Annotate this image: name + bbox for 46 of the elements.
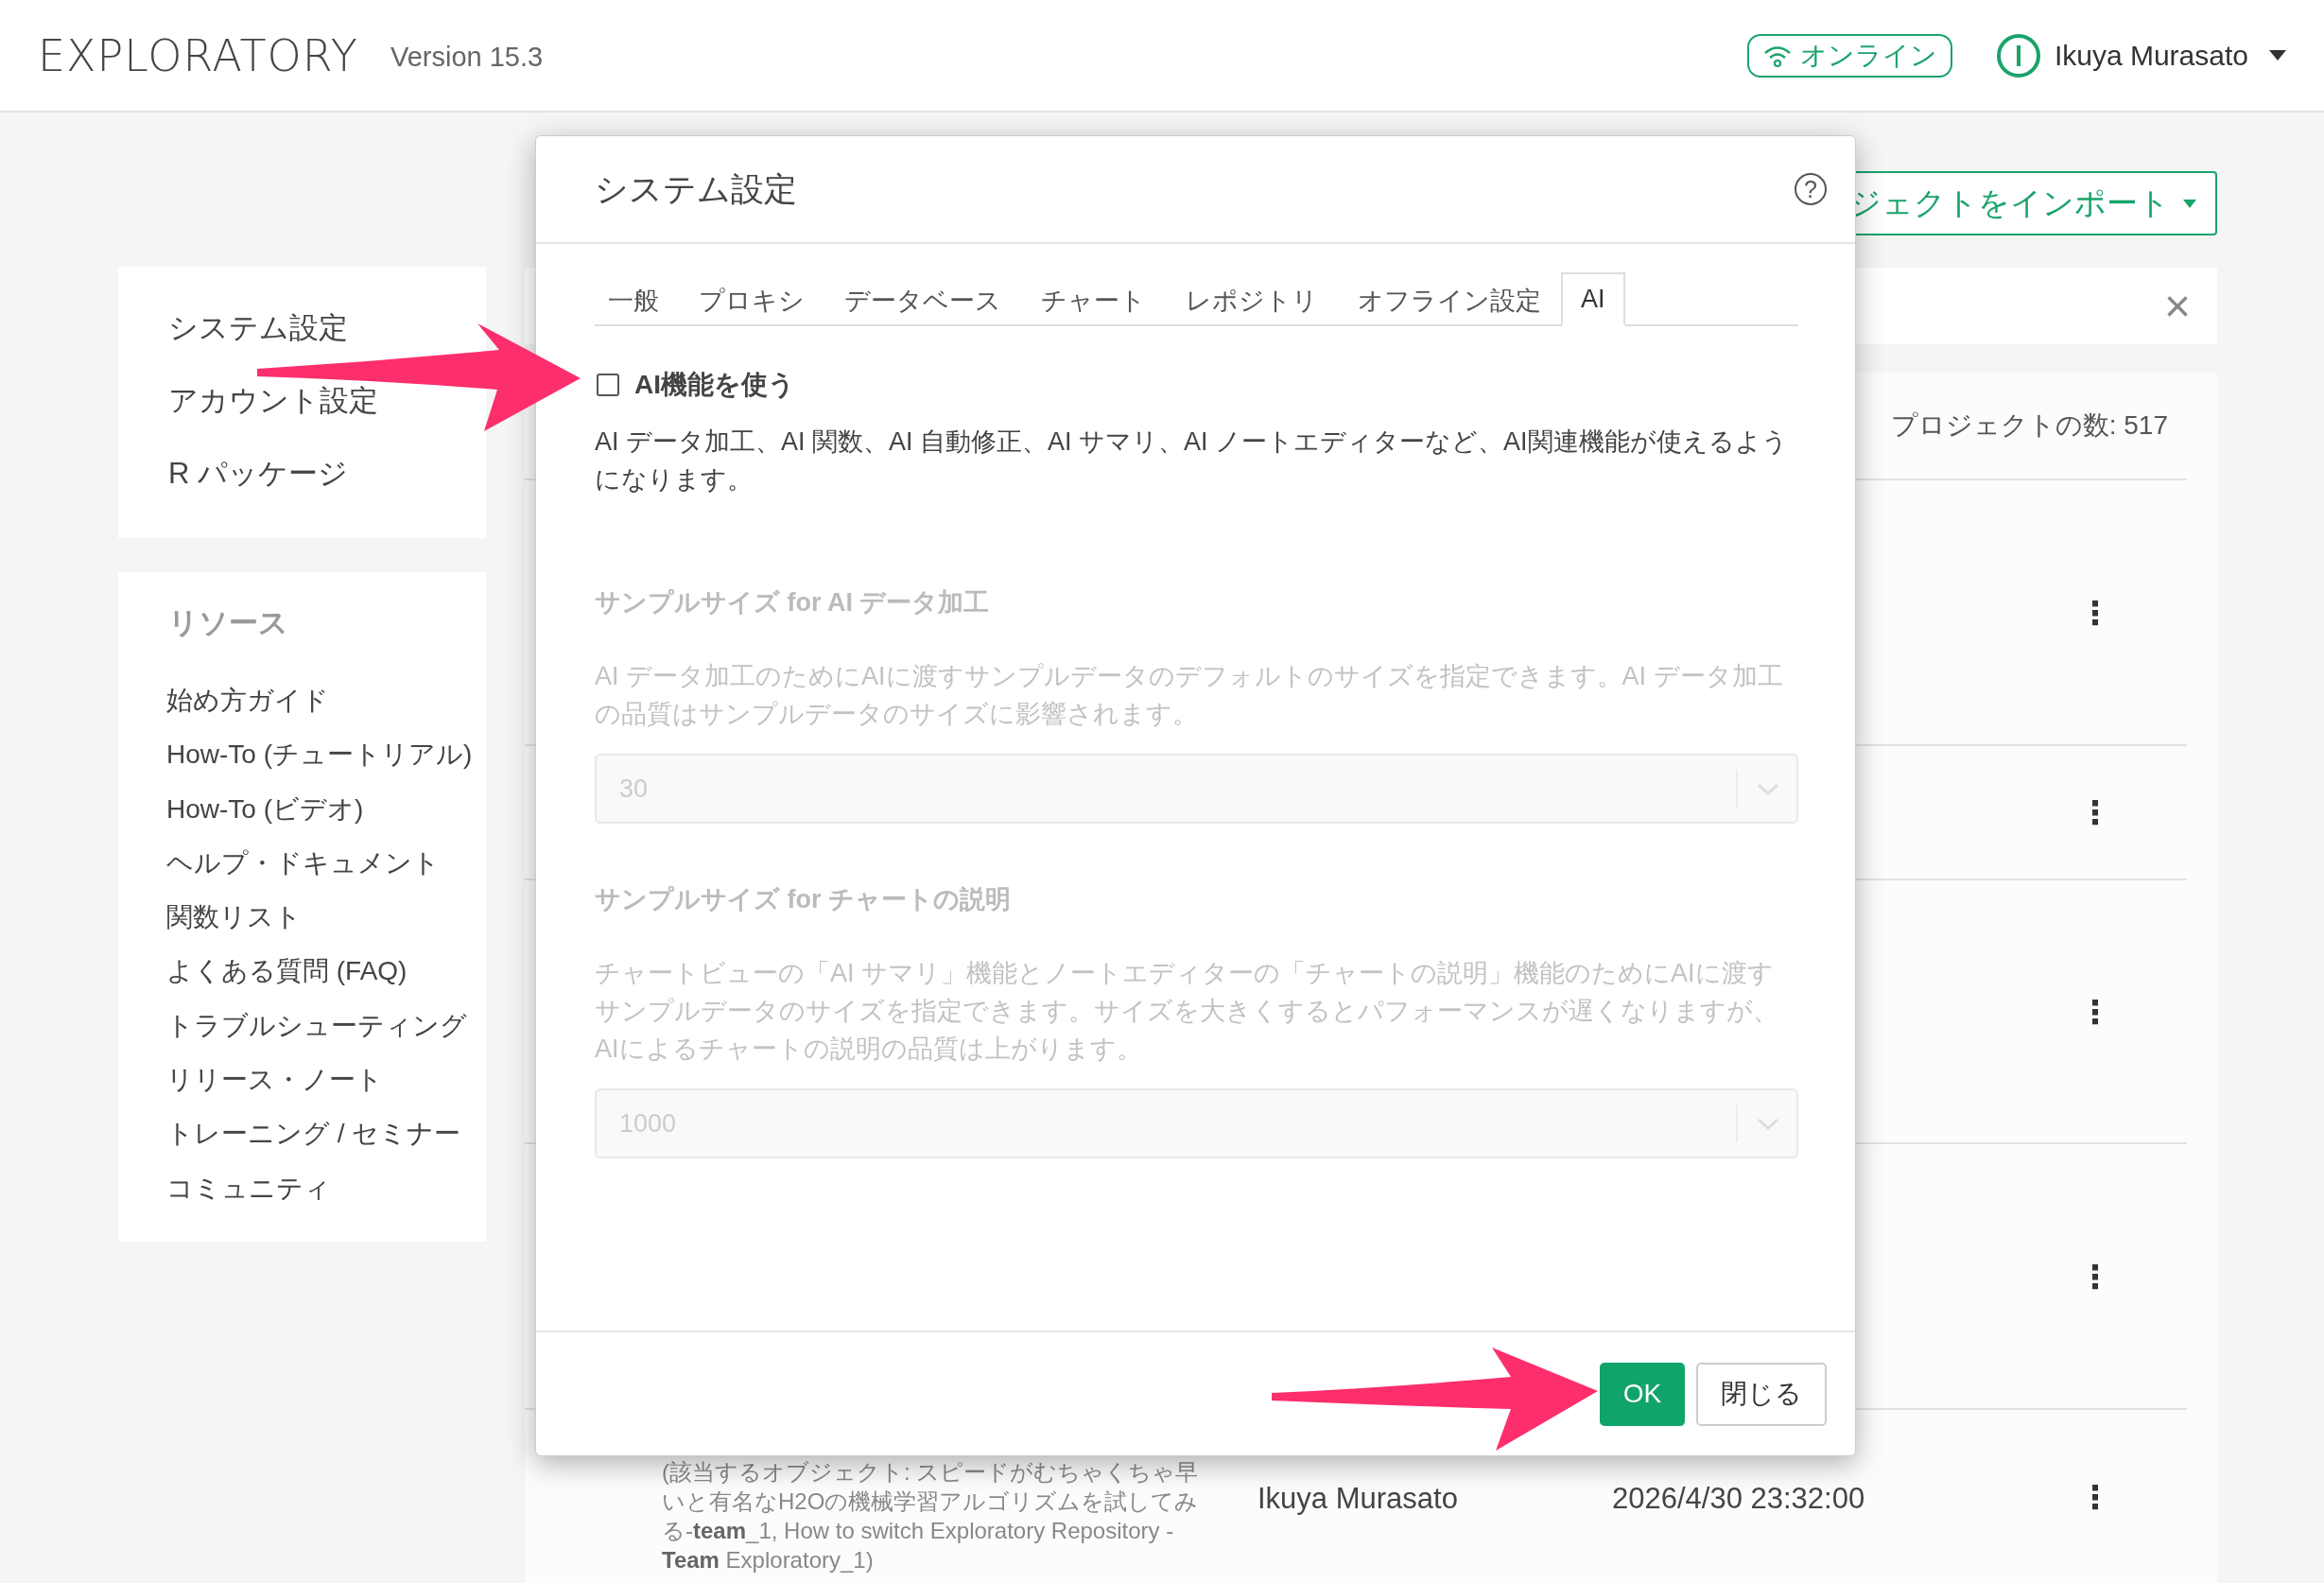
- chevron-down-icon: [1757, 1116, 1779, 1131]
- resource-link[interactable]: コミュニティ: [166, 1160, 467, 1215]
- settings-tab[interactable]: チャート: [1021, 272, 1166, 326]
- resource-link[interactable]: リリース・ノート: [166, 1052, 467, 1107]
- setting-title: サンプルサイズ for AI データ加工: [595, 587, 991, 618]
- section-title: リソース: [168, 605, 289, 641]
- setting-title: サンプルサイズ for チャートの説明: [595, 884, 1012, 915]
- sidebar-link[interactable]: アカウント設定: [168, 383, 378, 418]
- row-menu-button[interactable]: ⋮: [2075, 793, 2115, 831]
- caret-icon: [2183, 199, 2196, 208]
- resource-link[interactable]: How-To (ビデオ): [166, 781, 467, 836]
- resource-link[interactable]: よくある質問 (FAQ): [166, 944, 467, 999]
- setting-description: チャートビューの「AI サマリ」機能とノートエディターの「チャートの説明」機能のためにAIに渡すサンプルデータのサイズを指定できます。サイズを大きくするとパフォーマンスが遅くなりますが、AIによるチャートの説明の品質は上がります。: [595, 958, 1779, 1065]
- checkbox[interactable]: [597, 374, 619, 396]
- chevron-down-icon: [1757, 781, 1779, 796]
- resource-link[interactable]: トレーニング / セミナー: [166, 1106, 467, 1161]
- help-button[interactable]: ?: [1795, 173, 1827, 205]
- power-icon: [1995, 32, 2041, 78]
- resource-link[interactable]: 始め方ガイド: [166, 673, 467, 728]
- resource-link[interactable]: 関数リスト: [166, 890, 467, 945]
- dialog-title: システム設定: [595, 168, 797, 209]
- online-status-badge: オンライン: [1746, 33, 1952, 78]
- setting-description: AI データ加工のためにAIに渡すサンプルデータのデフォルトのサイズを指定できます。AI データ加工の品質はサンプルデータのサイズに影響されます。: [595, 661, 1784, 730]
- user-menu[interactable]: Ikuya Murasato: [1995, 32, 2286, 78]
- resource-link[interactable]: ヘルプ・ドキュメント: [166, 835, 467, 891]
- settings-tab[interactable]: 一般: [595, 272, 679, 326]
- settings-tab[interactable]: AI: [1561, 272, 1625, 326]
- resource-link[interactable]: トラブルシューティング: [166, 998, 467, 1053]
- row-menu-button[interactable]: ⋮: [2075, 992, 2115, 1031]
- settings-tab[interactable]: プロキシ: [679, 272, 824, 326]
- sidebar-link[interactable]: R パッケージ: [168, 456, 348, 491]
- settings-tab[interactable]: データベース: [824, 272, 1021, 326]
- sidebar-link[interactable]: システム設定: [168, 310, 348, 345]
- version-label: Version 15.3: [390, 42, 544, 73]
- close-dialog-button[interactable]: 閉じる: [1696, 1362, 1827, 1426]
- project-description: (該当するオブジェクト: スピードがむちゃくちゃ早いと有名なH2Oの機械学習アルゴリズムを試してみる-team_1, How to switch Exploratory Repository - Team Exploratory_1): [662, 1458, 1200, 1574]
- settings-tab[interactable]: オフライン設定: [1338, 272, 1561, 326]
- row-menu-button[interactable]: ⋮: [2075, 1257, 2115, 1296]
- app-logo: EXPLORATORY: [38, 29, 358, 81]
- row-menu-button[interactable]: ⋮: [2075, 593, 2115, 632]
- owner-cell-text: Ikuya Murasato: [1257, 1482, 1459, 1516]
- close-button[interactable]: ×: [2163, 283, 2191, 329]
- caret-icon: [2269, 50, 2286, 61]
- settings-tab[interactable]: レポジトリ: [1166, 272, 1338, 326]
- updated-cell: 2026/4/30 23:32:00: [1612, 1482, 1865, 1516]
- row-menu-button[interactable]: ⋮: [2075, 1478, 2115, 1516]
